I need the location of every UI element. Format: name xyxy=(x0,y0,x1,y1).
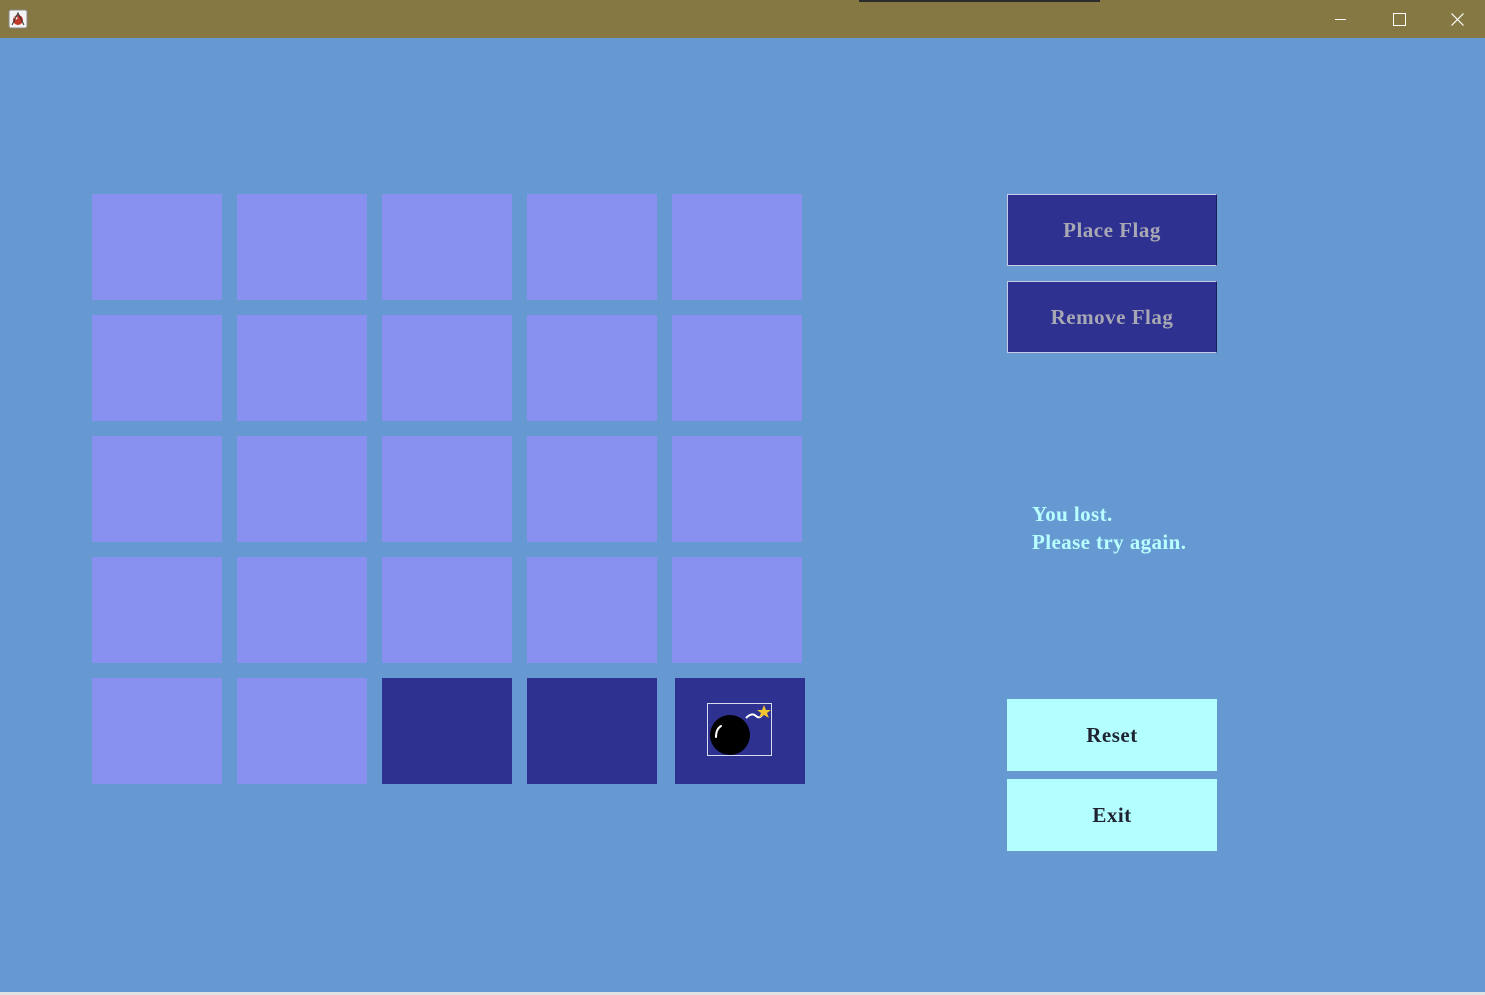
board-cell-r4-c1[interactable] xyxy=(92,557,222,663)
reset-button[interactable]: Reset xyxy=(1007,699,1217,771)
board-cell-r3-c5[interactable] xyxy=(672,436,802,542)
remove-flag-button[interactable]: Remove Flag xyxy=(1007,281,1217,353)
board-cell-r3-c3[interactable] xyxy=(382,436,512,542)
place-flag-button[interactable]: Place Flag xyxy=(1007,194,1217,266)
maximize-icon xyxy=(1392,12,1406,26)
board-cell-r5-c2[interactable] xyxy=(237,678,367,784)
title-accent-line xyxy=(859,0,1100,2)
board-cell-r2-c1[interactable] xyxy=(92,315,222,421)
title-bar xyxy=(0,0,1485,38)
close-icon xyxy=(1450,12,1464,26)
board-cell-r2-c4[interactable] xyxy=(527,315,657,421)
board-cell-r1-c3[interactable] xyxy=(382,194,512,300)
board-cell-r4-c4[interactable] xyxy=(527,557,657,663)
board-cell-r5-c4[interactable] xyxy=(527,678,657,784)
board-cell-r5-c3[interactable] xyxy=(382,678,512,784)
board-cell-r1-c5[interactable] xyxy=(672,194,802,300)
status-line-1: You lost. xyxy=(1032,502,1113,526)
game-board xyxy=(92,194,812,794)
board-cell-r4-c3[interactable] xyxy=(382,557,512,663)
board-cell-r3-c4[interactable] xyxy=(527,436,657,542)
board-cell-r2-c2[interactable] xyxy=(237,315,367,421)
board-cell-r2-c3[interactable] xyxy=(382,315,512,421)
app-icon xyxy=(8,9,28,29)
board-cell-r3-c2[interactable] xyxy=(237,436,367,542)
close-button[interactable] xyxy=(1428,0,1485,38)
board-cell-r4-c2[interactable] xyxy=(237,557,367,663)
board-cell-r1-c2[interactable] xyxy=(237,194,367,300)
status-line-2: Please try again. xyxy=(1032,530,1187,554)
bomb-icon xyxy=(707,703,772,756)
board-cell-r4-c5[interactable] xyxy=(672,557,802,663)
board-cell-r3-c1[interactable] xyxy=(92,436,222,542)
exit-button[interactable]: Exit xyxy=(1007,779,1217,851)
board-cell-r5-c5[interactable] xyxy=(675,678,805,784)
minimize-button[interactable] xyxy=(1312,0,1370,38)
maximize-button[interactable] xyxy=(1370,0,1428,38)
board-cell-r1-c1[interactable] xyxy=(92,194,222,300)
board-cell-r1-c4[interactable] xyxy=(527,194,657,300)
board-cell-r5-c1[interactable] xyxy=(92,678,222,784)
game-status-message: You lost. Please try again. xyxy=(1032,500,1332,556)
board-cell-r2-c5[interactable] xyxy=(672,315,802,421)
minimize-icon xyxy=(1335,19,1346,20)
